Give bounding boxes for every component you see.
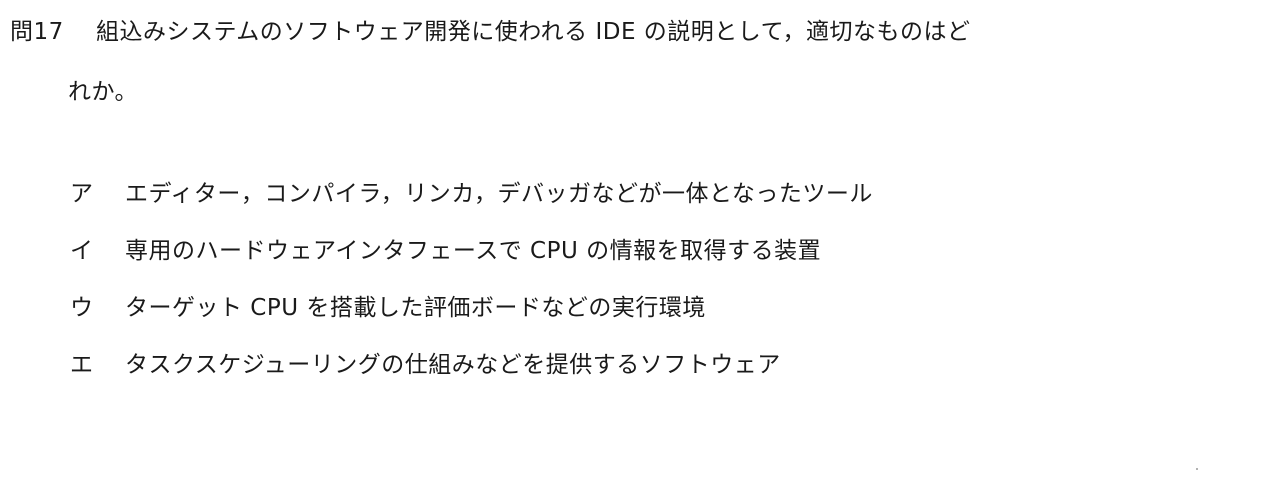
question-number: 問17 [10,19,64,45]
exam-page: 問17 組込みシステムのソフトウェア開発に使われる IDE の説明として，適切な… [0,0,1276,500]
choice-text: 専用のハードウェアインタフェースで CPU の情報を取得する装置 [125,238,822,264]
choice-label: イ [70,238,94,264]
choice-text: ターゲット CPU を搭載した評価ボードなどの実行環境 [125,295,706,321]
question-text-line-2: れか。 [68,79,139,105]
scan-speck [1196,468,1198,470]
choice-a[interactable]: ア エディター，コンパイラ，リンカ，デバッガなどが一体となったツール [70,176,1220,233]
choice-e[interactable]: エ タスクスケジューリングの仕組みなどを提供するソフトウェア [70,347,1220,404]
question-block: 問17 組込みシステムのソフトウェア開発に使われる IDE の説明として，適切な… [10,14,1240,105]
choice-i[interactable]: イ 専用のハードウェアインタフェースで CPU の情報を取得する装置 [70,233,1220,290]
choice-label: ウ [70,295,94,321]
question-line-1: 問17 組込みシステムのソフトウェア開発に使われる IDE の説明として，適切な… [10,14,1240,50]
question-text-line-1: 組込みシステムのソフトウェア開発に使われる IDE の説明として，適切なものはど [96,19,971,45]
choice-text: タスクスケジューリングの仕組みなどを提供するソフトウェア [125,352,781,378]
answer-choices: ア エディター，コンパイラ，リンカ，デバッガなどが一体となったツール イ 専用の… [70,176,1220,404]
choice-u[interactable]: ウ ターゲット CPU を搭載した評価ボードなどの実行環境 [70,290,1220,347]
choice-label: エ [70,352,94,378]
choice-label: ア [70,181,94,207]
choice-text: エディター，コンパイラ，リンカ，デバッガなどが一体となったツール [125,181,873,207]
